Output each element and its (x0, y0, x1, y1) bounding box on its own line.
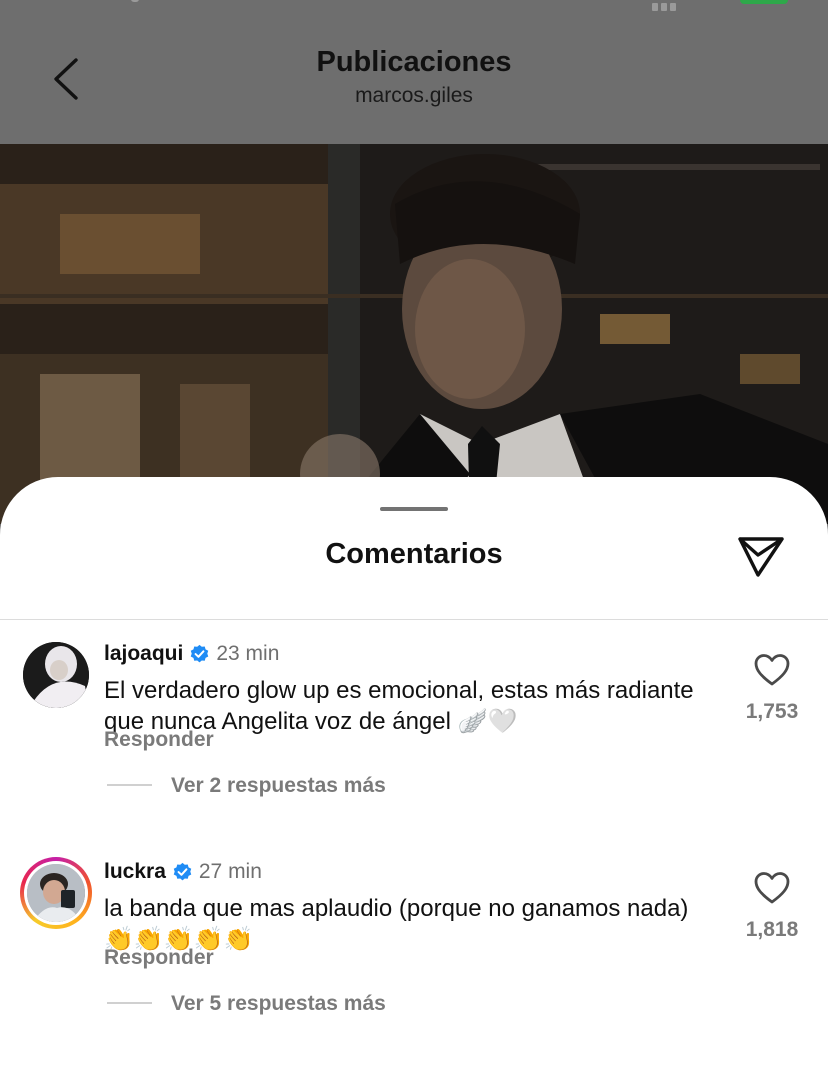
post-comments-screen: Publicaciones marcos.giles Comentarios l… (0, 0, 828, 1071)
avatar-image (27, 864, 85, 922)
reply-button[interactable]: Responder (104, 728, 214, 752)
page-subtitle: marcos.giles (355, 84, 473, 107)
comment-time: 27 min (198, 860, 262, 883)
comment-time: 23 min (216, 642, 280, 665)
comment-username[interactable]: luckra (104, 860, 166, 884)
top-header: Publicaciones marcos.giles (0, 0, 828, 144)
avatar-image (23, 642, 89, 708)
like-count: 1,753 (745, 700, 799, 723)
avatar[interactable] (23, 642, 89, 708)
comment-header: lajoaqui 23 min (104, 639, 279, 669)
heart-outline-icon (754, 654, 790, 686)
comment-emojis: 🪽🤍 (457, 707, 518, 735)
comment-header: luckra 27 min (104, 857, 262, 887)
replies-divider-line (107, 784, 152, 786)
avatar-ring-inner (24, 861, 88, 925)
page-title: Publicaciones (316, 46, 512, 78)
comment-body: la banda que mas aplaudio (porque no gan… (104, 895, 689, 922)
avatar-story-ring[interactable] (20, 857, 92, 929)
like-button[interactable] (753, 653, 791, 687)
like-button[interactable] (753, 871, 791, 905)
sheet-grab-handle[interactable] (380, 507, 448, 511)
signal-icon (652, 0, 688, 11)
view-more-replies-button[interactable]: Ver 5 respuestas más (171, 992, 386, 1016)
verified-badge-icon (173, 862, 192, 880)
verified-badge-icon (191, 644, 209, 662)
post-photo-image (0, 144, 828, 524)
reply-button[interactable]: Responder (104, 946, 214, 970)
send-icon (738, 537, 784, 577)
comment-item: luckra 27 min la banda que mas aplaudio … (0, 857, 828, 1057)
comment-username[interactable]: lajoaqui (104, 642, 183, 666)
comments-sheet: Comentarios lajoaqui 23 min El verdadero… (0, 477, 828, 1071)
avatar (27, 864, 85, 922)
status-bar-dot (131, 0, 139, 2)
battery-icon (740, 0, 788, 4)
sheet-title: Comentarios (325, 538, 503, 570)
post-photo (0, 144, 828, 524)
comment-body: El verdadero glow up es emocional, estas… (104, 677, 694, 735)
comment-item: lajoaqui 23 min El verdadero glow up es … (0, 639, 828, 839)
sheet-divider (0, 619, 828, 620)
share-button[interactable] (736, 533, 786, 579)
heart-outline-icon (754, 872, 790, 904)
like-count: 1,818 (745, 918, 799, 941)
view-more-replies-button[interactable]: Ver 2 respuestas más (171, 774, 386, 798)
replies-divider-line (107, 1002, 152, 1004)
